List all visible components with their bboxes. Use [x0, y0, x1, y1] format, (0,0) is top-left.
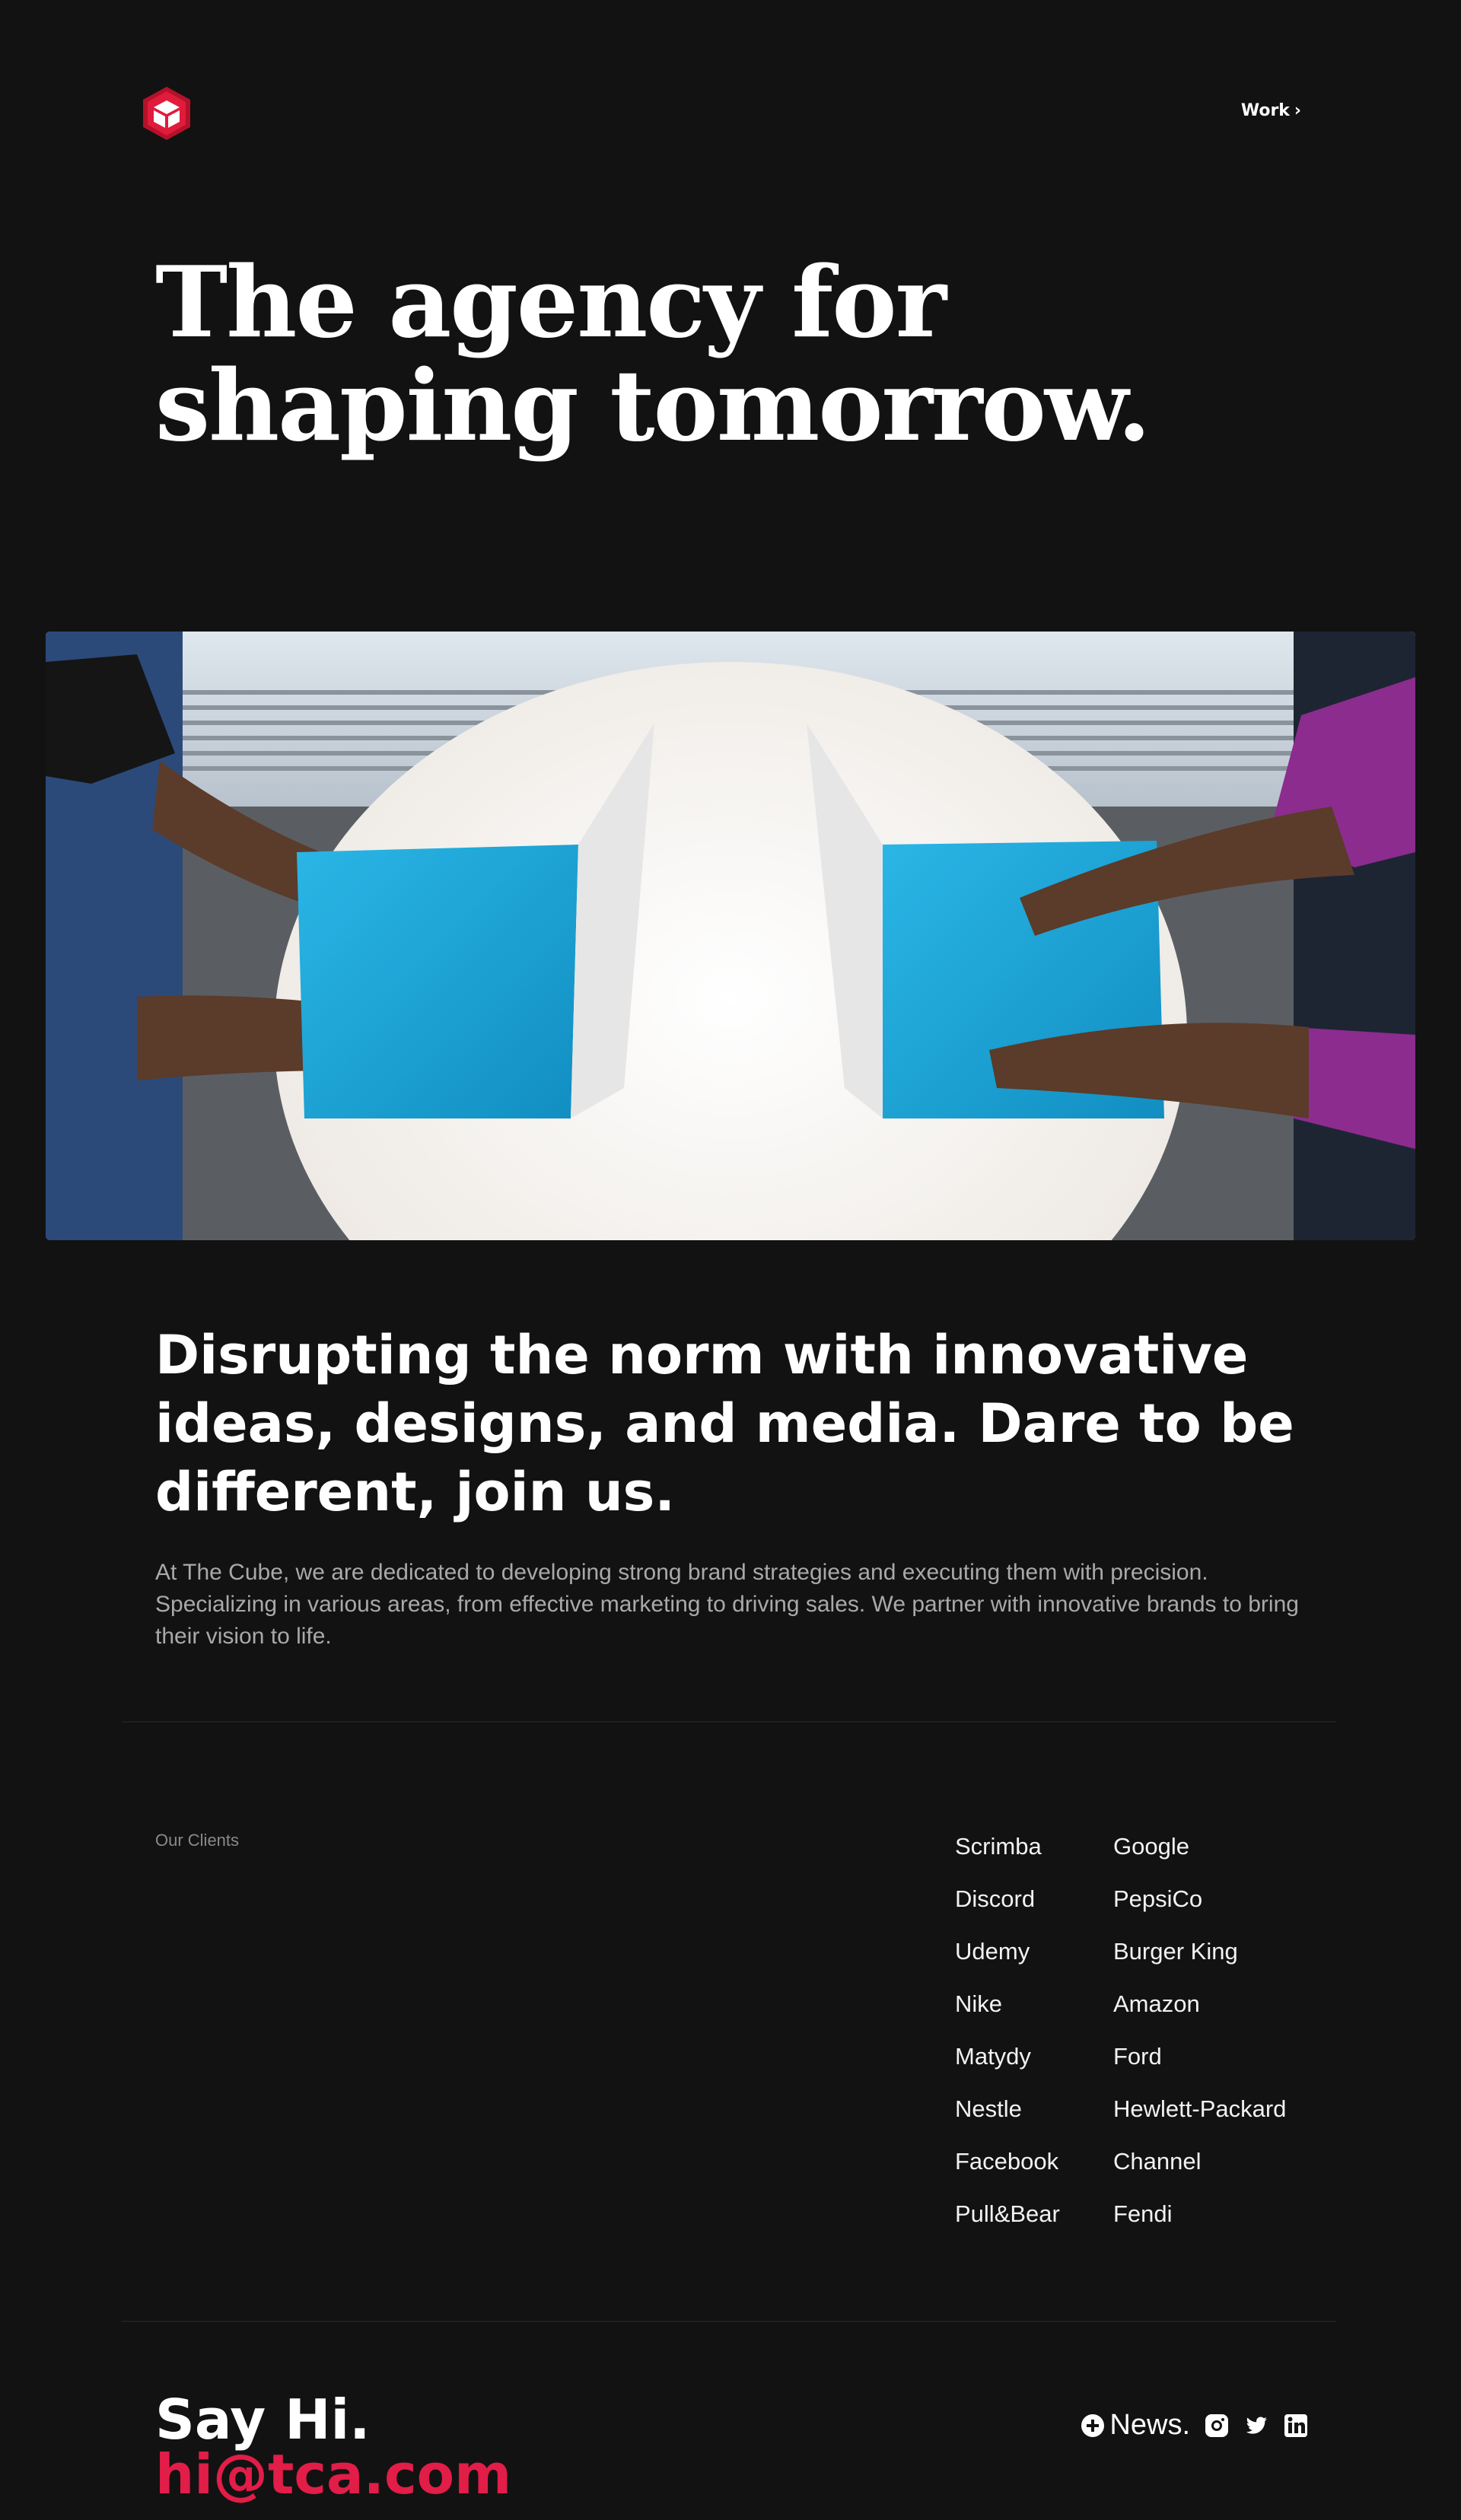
clients-column-a: Scrimba Discord Udemy Nike Matydy Nestle… [955, 1820, 1060, 2240]
client-item: Discord [955, 1885, 1036, 1912]
say-hi-heading: Say Hi. [155, 2388, 371, 2452]
section-divider [122, 1721, 1336, 1723]
news-link[interactable]: News. [1081, 2409, 1190, 2442]
clients-label: Our Clients [155, 1831, 240, 1850]
client-item: Matydy [955, 2043, 1031, 2070]
client-item: Nestle [955, 2095, 1022, 2122]
client-item: Google [1113, 1833, 1189, 1860]
client-item: Burger King [1113, 1938, 1238, 1965]
plus-circle-icon [1081, 2413, 1105, 2437]
section-divider [122, 2321, 1336, 2322]
intro-text: At The Cube, we are dedicated to develop… [155, 1560, 1299, 1649]
twitter-icon[interactable] [1243, 2413, 1269, 2439]
instagram-icon[interactable] [1204, 2413, 1230, 2439]
client-item: Pull&Bear [955, 2200, 1060, 2227]
laptops-photo [46, 632, 1415, 1240]
client-item: Ford [1113, 2043, 1162, 2070]
nav-work-link[interactable]: Work › [1241, 101, 1301, 120]
client-item: Udemy [955, 1938, 1030, 1965]
chevron-right-icon: › [1294, 101, 1301, 120]
intro-heading: Disrupting the norm with innovative idea… [155, 1324, 1294, 1523]
news-label: News. [1109, 2409, 1190, 2441]
linkedin-icon[interactable] [1283, 2413, 1309, 2439]
hero-title-line1: The agency for [155, 246, 947, 360]
client-item: Scrimba [955, 1833, 1042, 1860]
client-item: Hewlett-Packard [1113, 2095, 1287, 2122]
client-item: Fendi [1113, 2200, 1173, 2227]
clients-column-b: Google PepsiCo Burger King Amazon Ford H… [1113, 1820, 1286, 2240]
nav-work-label: Work [1240, 101, 1290, 120]
client-item: Facebook [955, 2148, 1059, 2175]
client-item: Amazon [1113, 1990, 1200, 2017]
cube-logo-icon[interactable] [138, 85, 195, 142]
client-item: Nike [955, 1990, 1003, 2017]
client-item: Channel [1113, 2148, 1202, 2175]
hero-title-line2: shaping tomorrow. [155, 349, 1151, 463]
client-item: PepsiCo [1113, 1885, 1203, 1912]
hero-title: The agency for shaping tomorrow. [155, 251, 1221, 458]
footer-links: News. [1081, 2409, 1309, 2442]
email-link[interactable]: hi@tca.com [155, 2444, 511, 2505]
